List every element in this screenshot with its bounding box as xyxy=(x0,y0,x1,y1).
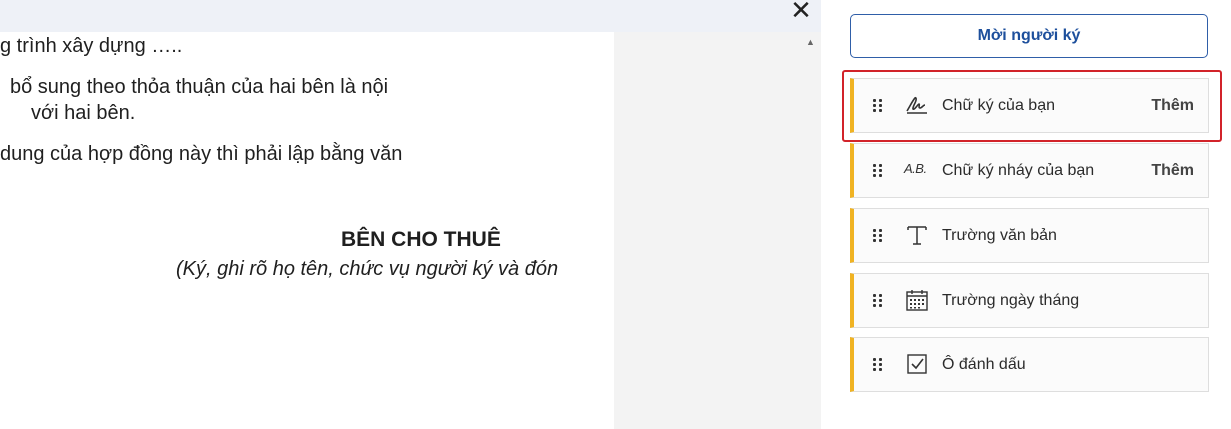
invite-signer-button[interactable]: Mời người ký xyxy=(850,14,1208,58)
signature-icon xyxy=(904,92,930,118)
field-label: Chữ ký nháy của bạn xyxy=(942,162,1095,179)
drag-handle-icon[interactable] xyxy=(873,358,883,372)
signature-note: (Ký, ghi rõ họ tên, chức vụ người ký và … xyxy=(176,258,559,280)
signature-heading: BÊN CHO THUÊ xyxy=(341,228,501,251)
field-label: Chữ ký của bạn xyxy=(942,97,1055,114)
add-button[interactable]: Thêm xyxy=(1151,97,1194,115)
initials-icon: A.B. xyxy=(904,161,927,176)
checkbox-icon xyxy=(904,351,930,377)
drag-handle-icon[interactable] xyxy=(873,99,883,113)
drag-handle-icon[interactable] xyxy=(873,294,883,308)
field-your-signature[interactable]: Chữ ký của bạn Thêm xyxy=(850,78,1209,133)
drag-handle-icon[interactable] xyxy=(873,164,883,178)
scroll-up-icon[interactable]: ▲ xyxy=(806,38,816,47)
document-line: với hai bên. xyxy=(31,102,136,124)
document-line: g trình xây dựng ….. xyxy=(0,35,183,57)
document-page: g trình xây dựng ….. bổ sung theo thỏa t… xyxy=(0,32,614,429)
close-button[interactable]: ✕ xyxy=(786,0,816,26)
field-text[interactable]: Trường văn bản xyxy=(850,208,1209,263)
document-line: dung của hợp đồng này thì phải lập bằng … xyxy=(0,143,403,165)
document-margin xyxy=(614,32,821,429)
field-label: Ô đánh dấu xyxy=(942,356,1026,373)
add-button[interactable]: Thêm xyxy=(1151,162,1194,180)
drag-handle-icon[interactable] xyxy=(873,229,883,243)
text-field-icon xyxy=(904,222,930,248)
viewer-top-bar xyxy=(0,0,821,32)
field-your-initials[interactable]: A.B. Chữ ký nháy của bạn Thêm xyxy=(850,143,1209,198)
field-date[interactable]: Trường ngày tháng xyxy=(850,273,1209,328)
field-label: Trường ngày tháng xyxy=(942,292,1080,309)
field-checkbox[interactable]: Ô đánh dấu xyxy=(850,337,1209,392)
document-line: bổ sung theo thỏa thuận của hai bên là n… xyxy=(10,76,389,98)
calendar-icon xyxy=(904,287,930,313)
field-label: Trường văn bản xyxy=(942,227,1057,244)
